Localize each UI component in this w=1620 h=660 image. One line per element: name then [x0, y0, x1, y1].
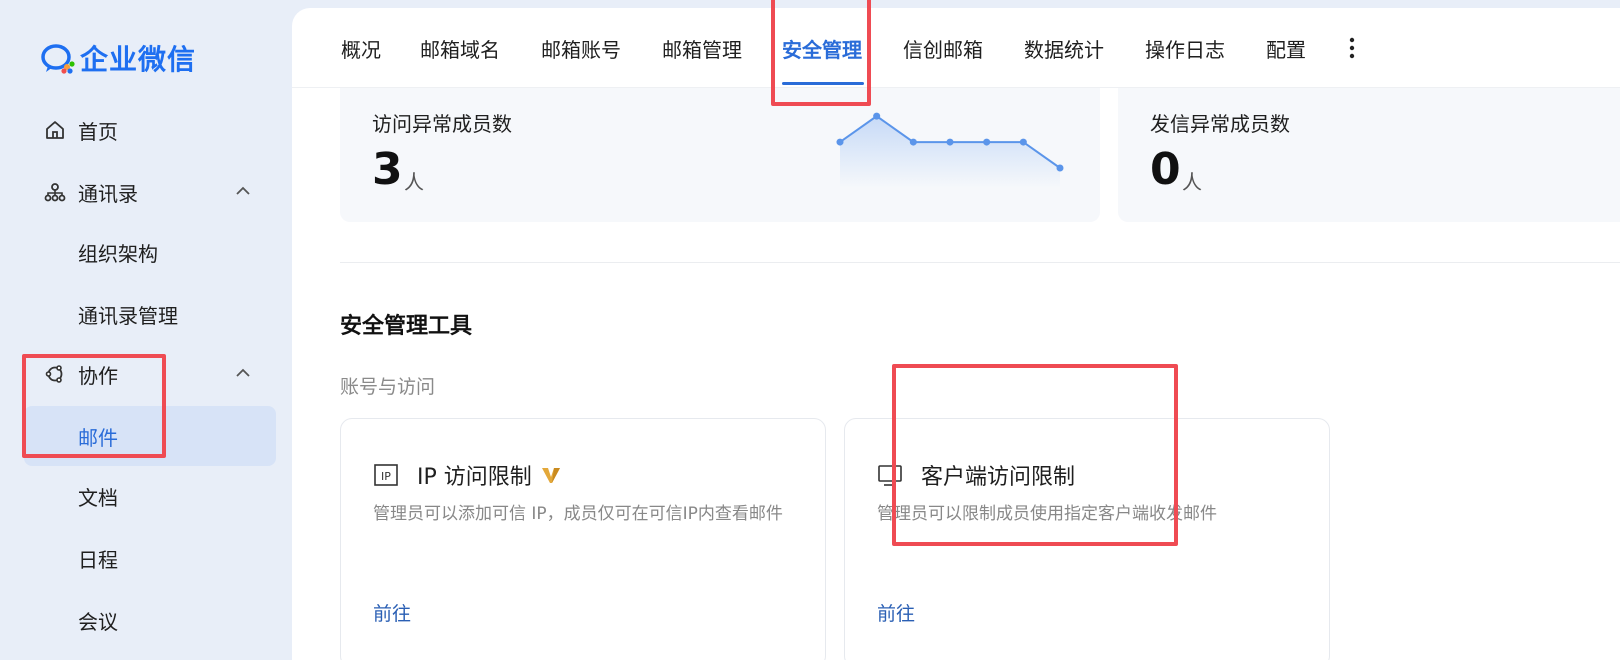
stat-title: 访问异常成员数 — [372, 112, 512, 136]
sidebar-item-label: 首页 — [78, 119, 118, 144]
tool-card-ip-restriction[interactable]: IP IP 访问限制 管理员可以添加可信 IP，成员仅可在可信IP内查看邮件 前… — [340, 418, 826, 660]
sparkline-point — [836, 138, 844, 146]
tab-data-statistics[interactable]: 数据统计 — [1024, 34, 1104, 63]
sparkline-point — [1056, 164, 1064, 172]
tab-mail-accounts[interactable]: 邮箱账号 — [541, 34, 621, 63]
org-icon — [42, 179, 68, 205]
tab-xinchuang-mail[interactable]: 信创邮箱 — [903, 34, 983, 63]
access-anomaly-trend-chart — [836, 112, 1064, 188]
subsection-title: 账号与访问 — [340, 376, 436, 398]
vip-badge-icon — [540, 465, 562, 485]
highlight-box-security-tab — [771, 0, 871, 106]
sidebar-item-label: 通讯录管理 — [78, 303, 178, 328]
svg-text:IP: IP — [381, 470, 391, 483]
stat-unit: 人 — [404, 170, 424, 194]
sidebar-item-label: 组织架构 — [78, 241, 158, 266]
goto-link[interactable]: 前往 — [373, 599, 411, 626]
stat-title: 发信异常成员数 — [1150, 112, 1290, 136]
sidebar-item-home[interactable]: 首页 — [24, 100, 276, 160]
app-name: 企业微信 — [80, 43, 197, 76]
stat-unit: 人 — [1182, 170, 1202, 194]
sidebar-item-calendar[interactable]: 日程 — [24, 528, 276, 588]
sidebar-item-label: 日程 — [78, 547, 118, 572]
goto-link[interactable]: 前往 — [877, 599, 915, 626]
chevron-up-icon[interactable] — [234, 364, 252, 386]
main-panel: 概况 邮箱域名 邮箱账号 邮箱管理 安全管理 信创邮箱 数据统计 操作日志 配置… — [292, 8, 1620, 660]
tool-name: IP 访问限制 — [417, 465, 532, 490]
tab-config[interactable]: 配置 — [1266, 34, 1306, 63]
sidebar-item-label: 通讯录 — [78, 181, 138, 206]
stat-value: 3 — [372, 144, 403, 195]
app-logo[interactable]: 企业微信 — [40, 38, 196, 78]
section-title: 安全管理工具 — [340, 314, 473, 339]
ip-icon: IP — [373, 462, 399, 488]
sidebar-item-label: 文档 — [78, 485, 118, 510]
sparkline-point — [983, 138, 991, 146]
stat-value: 0 — [1150, 144, 1181, 195]
tab-operation-log[interactable]: 操作日志 — [1145, 34, 1225, 63]
wecom-logo-icon — [40, 40, 76, 76]
sparkline-point — [946, 138, 954, 146]
tab-bar: 概况 邮箱域名 邮箱账号 邮箱管理 安全管理 信创邮箱 数据统计 操作日志 配置 — [292, 8, 1620, 88]
sidebar-item-contacts-management[interactable]: 通讯录管理 — [24, 284, 276, 344]
highlight-box-client-restriction — [892, 364, 1178, 546]
highlight-box-collaboration — [22, 354, 166, 458]
tool-description: 管理员可以添加可信 IP，成员仅可在可信IP内查看邮件 — [373, 504, 783, 524]
tab-mail-management[interactable]: 邮箱管理 — [662, 34, 742, 63]
sparkline-point — [873, 112, 881, 120]
tab-overview[interactable]: 概况 — [341, 34, 381, 63]
more-vertical-icon[interactable] — [1342, 34, 1362, 64]
sparkline-point — [909, 138, 917, 146]
stat-card-access-anomaly: 访问异常成员数 3 人 — [340, 88, 1100, 222]
sparkline-area — [840, 116, 1060, 188]
sparkline-point — [1019, 138, 1027, 146]
chevron-up-icon[interactable] — [234, 182, 252, 204]
tab-mail-domain[interactable]: 邮箱域名 — [420, 34, 500, 63]
sidebar-item-contacts[interactable]: 通讯录 — [24, 162, 276, 222]
sidebar-item-meetings[interactable]: 会议 — [24, 590, 276, 650]
sidebar-item-org-structure[interactable]: 组织架构 — [24, 222, 276, 282]
sidebar: 企业微信 首页 通讯录 组织架构 通讯录管理 协作 邮件 文档 日程 会议 — [0, 0, 292, 660]
sidebar-item-label: 会议 — [78, 609, 118, 634]
sidebar-item-docs[interactable]: 文档 — [24, 466, 276, 526]
stat-card-send-anomaly: 发信异常成员数 0 人 — [1118, 88, 1620, 222]
section-divider — [340, 262, 1620, 263]
home-icon — [42, 117, 68, 143]
